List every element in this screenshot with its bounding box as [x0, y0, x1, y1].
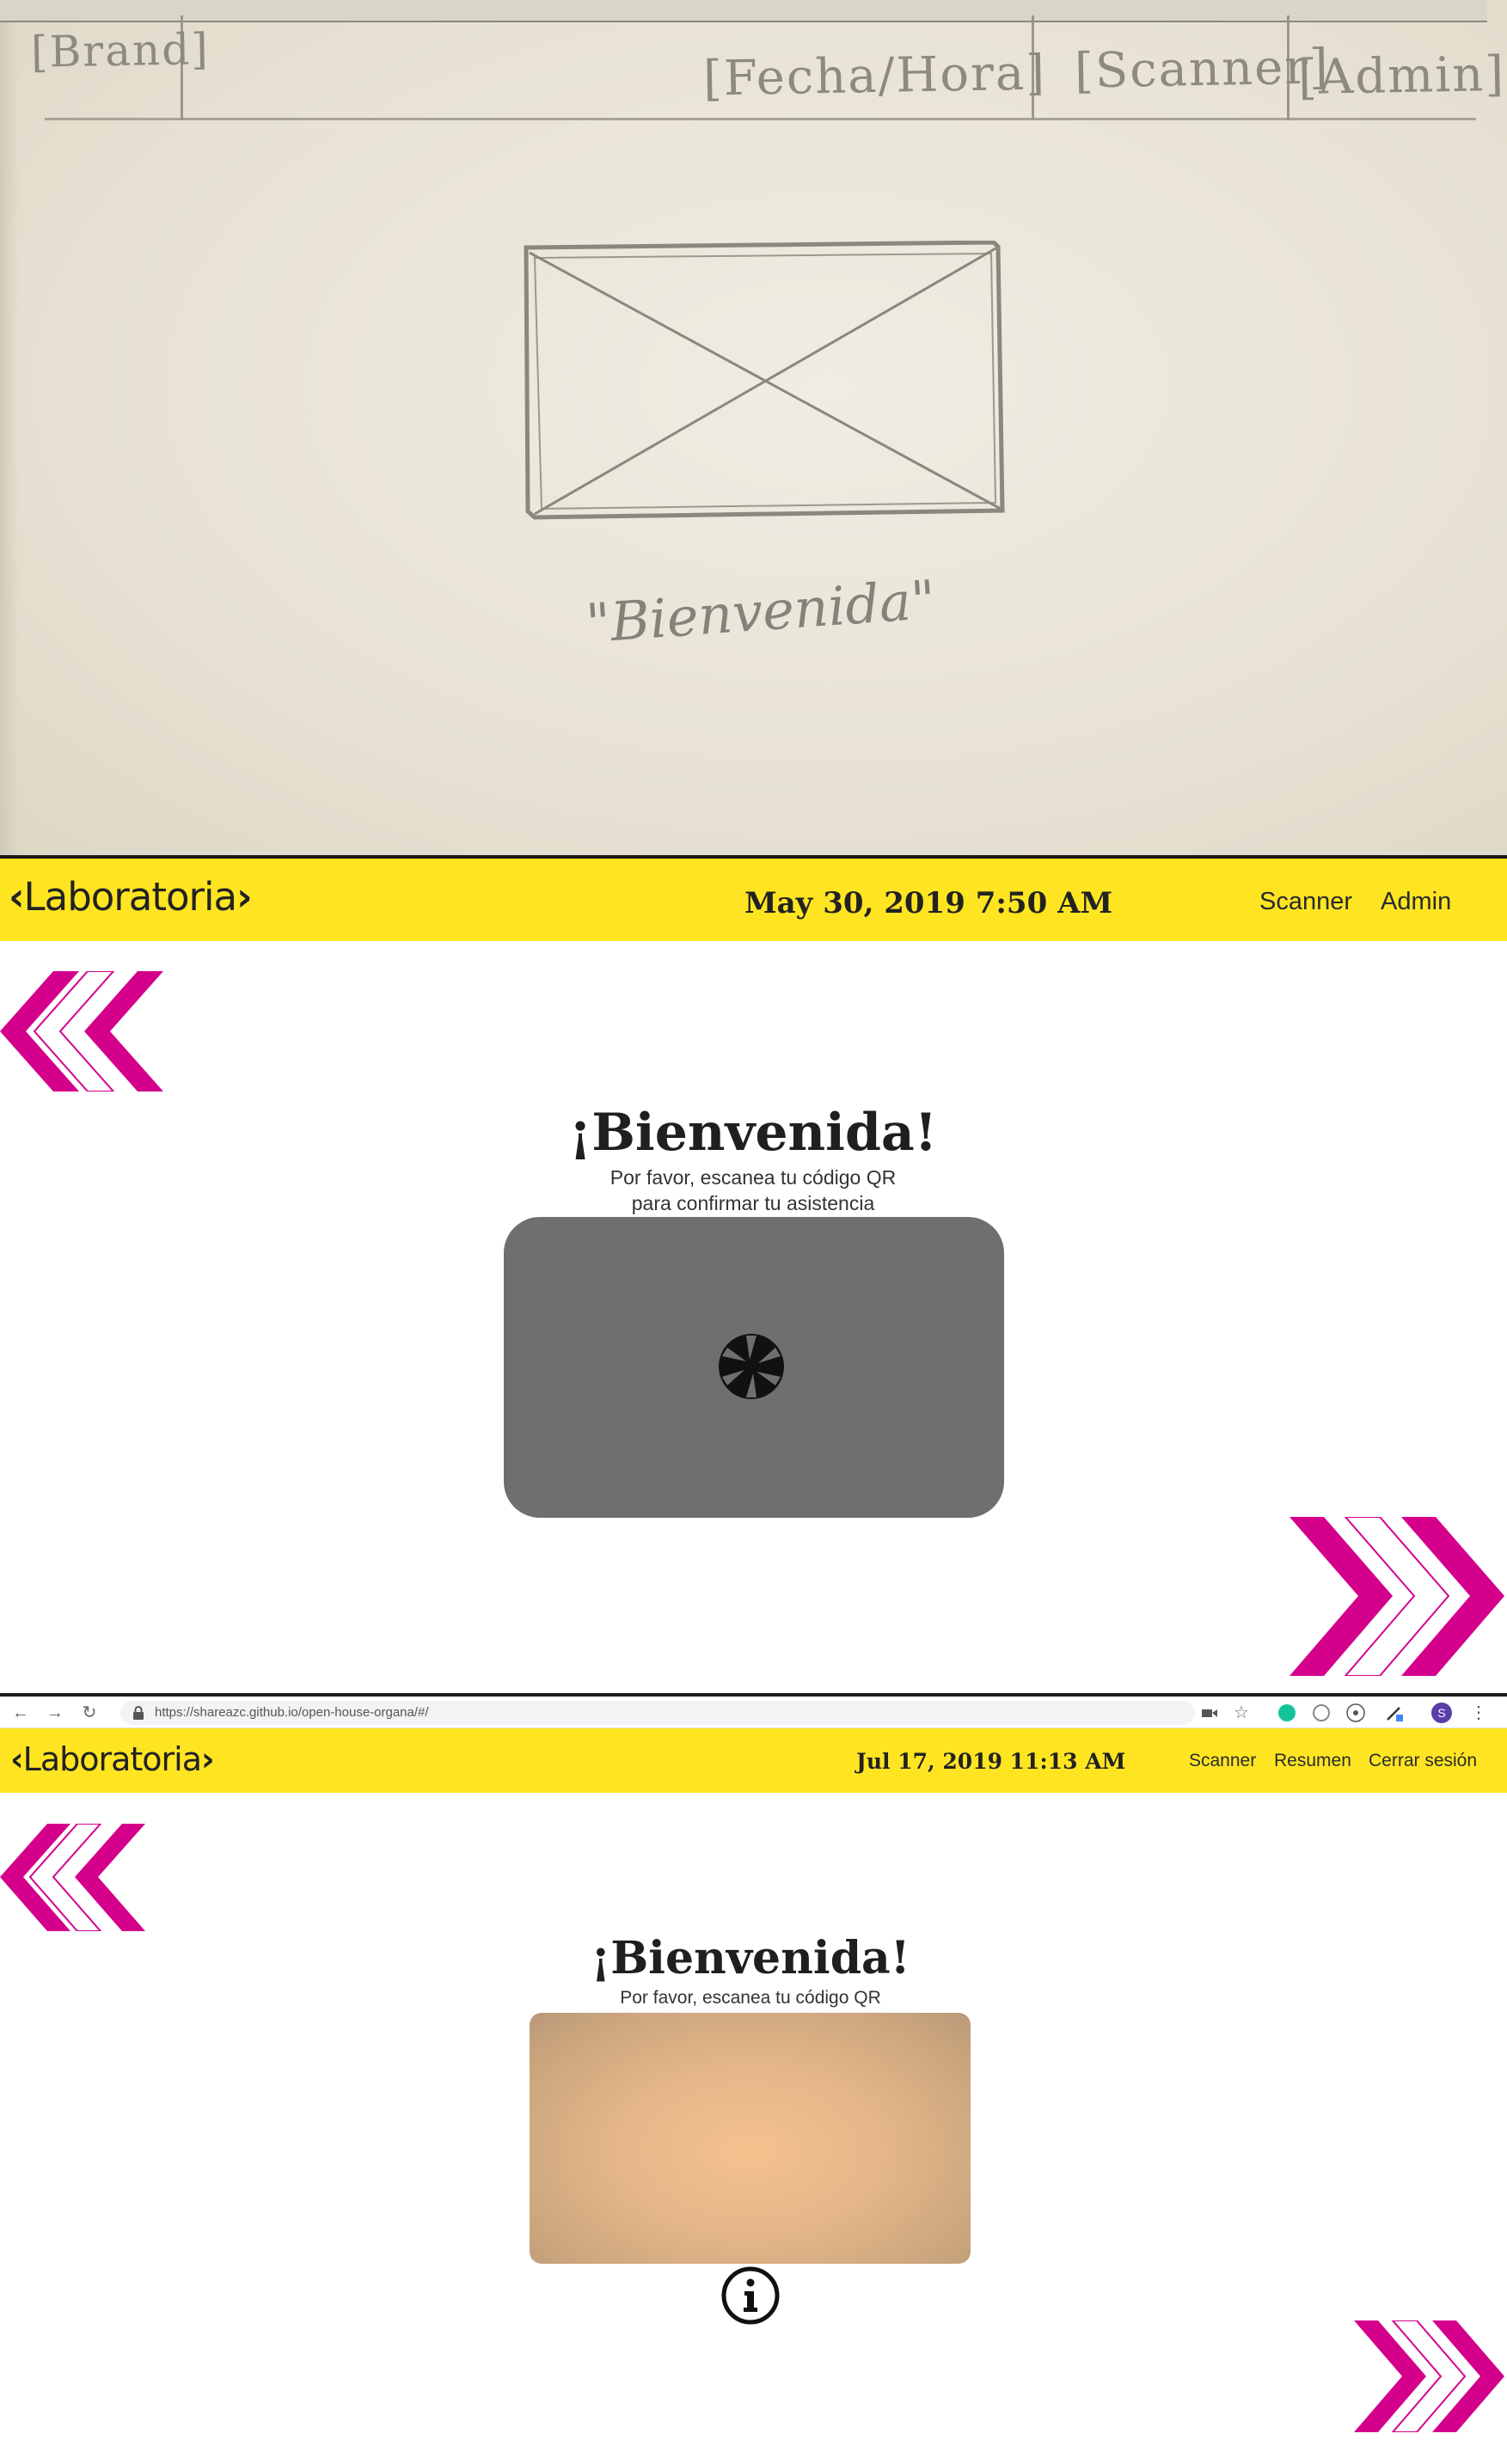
grammar-ext-icon[interactable]	[1277, 1703, 1297, 1723]
menu-dots-icon[interactable]: ⋮	[1468, 1703, 1489, 1723]
mockup-right-chevrons-icon	[1290, 1517, 1504, 1676]
app-right-chevrons-icon	[1354, 2320, 1504, 2432]
reload-icon[interactable]: ↻	[77, 1701, 101, 1725]
paper-shadow-edge	[0, 0, 19, 858]
mockup-left-chevrons-icon	[0, 971, 163, 1091]
back-icon[interactable]: ←	[9, 1701, 33, 1725]
nav-admin-link[interactable]: Admin	[1381, 888, 1451, 916]
sketch-datetime-label: [Fecha/Hora]	[702, 45, 1047, 107]
brand-chevron-right-icon: ›	[201, 1740, 215, 1778]
mockup-subtitle-line2: para confirmar tu asistencia	[631, 1192, 875, 1214]
brand-chevron-left-icon: ‹	[9, 874, 25, 920]
camera-preview-placeholder	[504, 1217, 1004, 1518]
sketch-welcome-text: "Bienvenida"	[584, 567, 938, 656]
sketch-admin-label: [Admin]	[1297, 46, 1506, 107]
info-icon[interactable]	[720, 2265, 781, 2326]
broadcast-ext-icon[interactable]	[1345, 1703, 1366, 1723]
app-welcome-title: ¡Bienvenida!	[591, 1932, 910, 1984]
app-brand-logo[interactable]: ‹Laboratoria›	[10, 1740, 215, 1778]
avatar[interactable]: S	[1431, 1703, 1452, 1723]
brand-chevron-right-icon: ›	[236, 874, 253, 920]
paper-sketch-wireframe: [Brand] [Fecha/Hora] [Scanner] [Admin] "…	[0, 0, 1507, 858]
mockup-subtitle-line1: Por favor, escanea tu código QR	[610, 1166, 897, 1189]
address-bar[interactable]: https://shareazc.github.io/open-house-or…	[120, 1701, 1195, 1725]
mockup-navbar: ‹Laboratoria› May 30, 2019 7:50 AM Scann…	[0, 859, 1507, 941]
star-icon[interactable]: ☆	[1234, 1703, 1254, 1723]
sketch-image-placeholder	[524, 241, 1005, 520]
camera-shutter-icon[interactable]	[717, 1332, 786, 1401]
app-subtitle: Por favor, escanea tu código QR	[620, 1988, 881, 2008]
section-divider	[0, 1693, 1507, 1697]
eyedropper-ext-icon[interactable]	[1384, 1703, 1405, 1723]
app-left-chevrons-icon	[0, 1824, 145, 1931]
circle-ext-icon[interactable]	[1311, 1703, 1332, 1723]
mockup-welcome-title: ¡Bienvenida!	[568, 1103, 938, 1163]
sketch-scanner-label: [Scanner]	[1074, 39, 1331, 100]
brand-wordmark: Laboratoria	[22, 1740, 202, 1778]
mockup-brand-logo[interactable]: ‹Laboratoria›	[9, 874, 253, 920]
lock-icon	[133, 1706, 144, 1720]
camera-ext-icon[interactable]	[1199, 1703, 1220, 1723]
sketch-brand-label: [Brand]	[30, 24, 211, 77]
mockup-datetime: May 30, 2019 7:50 AM	[744, 886, 1113, 920]
nav-scanner-link[interactable]: Scanner	[1259, 888, 1352, 916]
brand-chevron-left-icon: ‹	[10, 1740, 24, 1778]
app-datetime: Jul 17, 2019 11:13 AM	[856, 1749, 1126, 1774]
camera-live-preview	[530, 2013, 971, 2264]
nav-resumen-link[interactable]: Resumen	[1274, 1751, 1351, 1771]
nav-logout-link[interactable]: Cerrar sesión	[1369, 1751, 1477, 1771]
brand-wordmark: Laboratoria	[23, 874, 238, 920]
forward-icon[interactable]: →	[43, 1701, 67, 1725]
browser-toolbar: ← → ↻ https://shareazc.github.io/open-ho…	[0, 1697, 1507, 1728]
url-text: https://shareazc.github.io/open-house-or…	[155, 1705, 429, 1720]
nav-scanner-link[interactable]: Scanner	[1189, 1751, 1256, 1771]
app-navbar: ‹Laboratoria› Jul 17, 2019 11:13 AM Scan…	[0, 1728, 1507, 1793]
